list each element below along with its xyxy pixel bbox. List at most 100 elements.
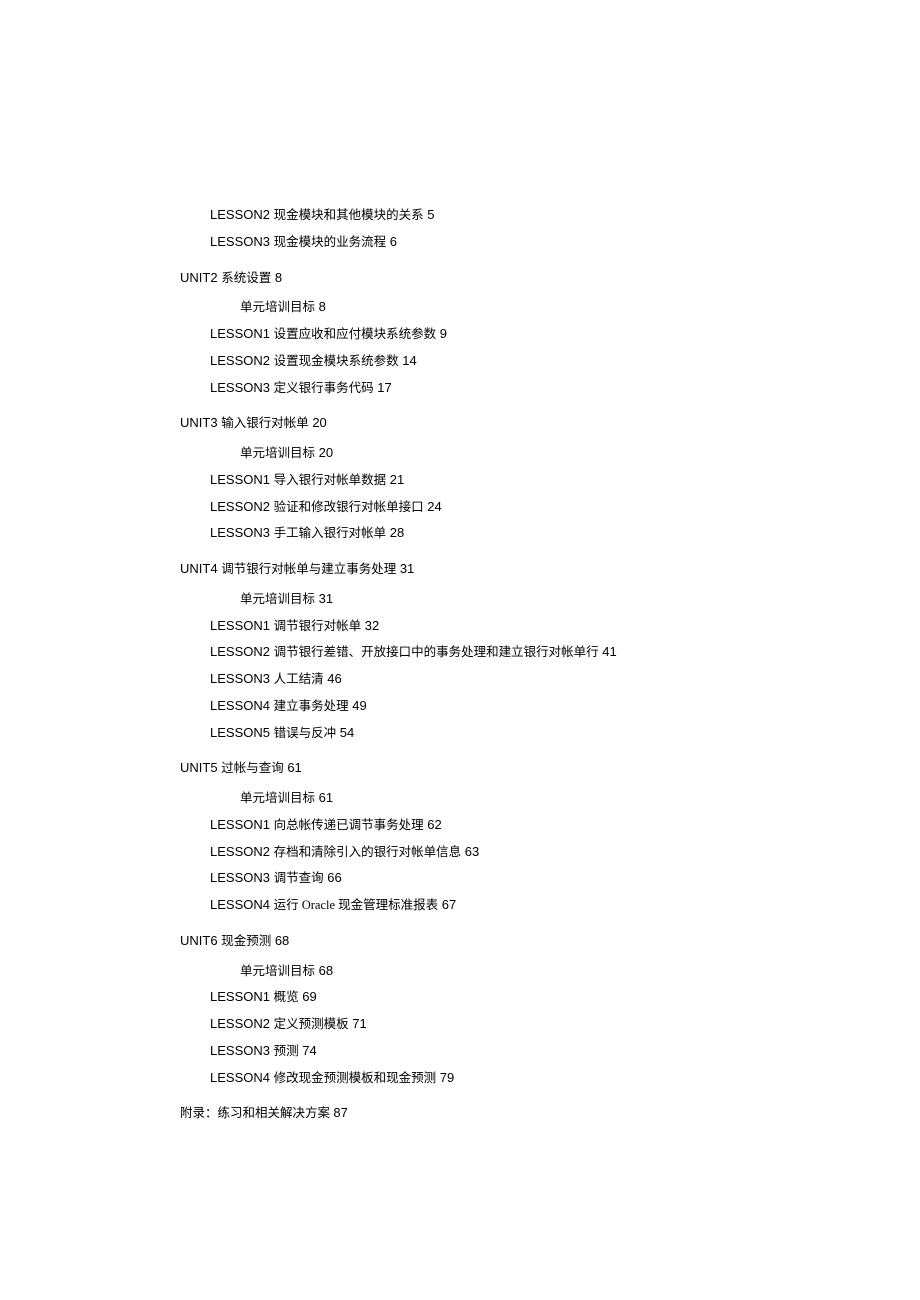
- unit-page: 31: [400, 561, 414, 576]
- lesson-label: LESSON3: [210, 671, 270, 686]
- goal-title: 单元培训目标: [240, 791, 315, 805]
- lesson-entry: LESSON3 定义银行事务代码 17: [210, 378, 820, 398]
- unit-heading: UNIT4 调节银行对帐单与建立事务处理 31: [180, 559, 820, 579]
- goal-title: 单元培训目标: [240, 300, 315, 314]
- lesson-title: 存档和清除引入的银行对帐单信息: [274, 845, 462, 859]
- unit-title: 输入银行对帐单: [221, 416, 309, 430]
- unit-title: 系统设置: [221, 271, 271, 285]
- unit-page: 61: [287, 760, 301, 775]
- goal-title: 单元培训目标: [240, 964, 315, 978]
- lesson-entry: LESSON4 修改现金预测模板和现金预测 79: [210, 1068, 820, 1088]
- lesson-title: 定义银行事务代码: [274, 381, 374, 395]
- lesson-title: 人工结清: [274, 672, 324, 686]
- lesson-page: 17: [377, 380, 391, 395]
- lesson-entry: LESSON3 预测 74: [210, 1041, 820, 1061]
- lesson-title: 定义预测模板: [274, 1017, 349, 1031]
- lesson-page: 24: [427, 499, 441, 514]
- lesson-title: 手工输入银行对帐单: [274, 526, 387, 540]
- lesson-page: 5: [427, 207, 434, 222]
- lesson-title: 概览: [274, 990, 299, 1004]
- lesson-label: LESSON2: [210, 644, 270, 659]
- lesson-title: 向总帐传递已调节事务处理: [274, 818, 424, 832]
- lesson-title: 设置现金模块系统参数: [274, 354, 399, 368]
- lesson-label: LESSON1: [210, 326, 270, 341]
- lesson-label: LESSON2: [210, 1016, 270, 1031]
- goal-title: 单元培训目标: [240, 592, 315, 606]
- lesson-entry: LESSON2 验证和修改银行对帐单接口 24: [210, 497, 820, 517]
- lesson-label: LESSON4: [210, 897, 270, 912]
- goal-page: 61: [319, 790, 333, 805]
- lesson-entry: LESSON1 设置应收和应付模块系统参数 9: [210, 324, 820, 344]
- lesson-title: 修改现金预测模板和现金预测: [274, 1071, 437, 1085]
- lesson-page: 21: [390, 472, 404, 487]
- lesson-page: 74: [302, 1043, 316, 1058]
- appendix-entry: 附录：练习和相关解决方案 87: [180, 1103, 820, 1123]
- lesson-title: 预测: [274, 1044, 299, 1058]
- lesson-label: LESSON3: [210, 380, 270, 395]
- unit-goal: 单元培训目标 8: [240, 297, 820, 317]
- unit-page: 68: [275, 933, 289, 948]
- lesson-title: 现金模块的业务流程: [274, 235, 387, 249]
- lesson-label: LESSON1: [210, 817, 270, 832]
- lesson-label: LESSON2: [210, 207, 270, 222]
- lesson-page: 46: [327, 671, 341, 686]
- unit-label: UNIT5: [180, 760, 218, 775]
- lesson-entry: LESSON1 概览 69: [210, 987, 820, 1007]
- unit-page: 20: [312, 415, 326, 430]
- lesson-label: LESSON3: [210, 234, 270, 249]
- lesson-title: 设置应收和应付模块系统参数: [274, 327, 437, 341]
- unit-section: UNIT2 系统设置 8 单元培训目标 8 LESSON1 设置应收和应付模块系…: [180, 268, 820, 398]
- unit-page: 8: [275, 270, 282, 285]
- lesson-entry: LESSON1 导入银行对帐单数据 21: [210, 470, 820, 490]
- lesson-page: 41: [602, 644, 616, 659]
- unit-label: UNIT3: [180, 415, 218, 430]
- lesson-page: 28: [390, 525, 404, 540]
- lesson-label: LESSON4: [210, 1070, 270, 1085]
- lesson-title: 现金模块和其他模块的关系: [274, 208, 424, 222]
- unit-goal: 单元培训目标 20: [240, 443, 820, 463]
- lesson-page: 62: [427, 817, 441, 832]
- lesson-entry: LESSON3 调节查询 66: [210, 868, 820, 888]
- lesson-entry: LESSON3 手工输入银行对帐单 28: [210, 523, 820, 543]
- lesson-entry: LESSON2 调节银行差错、开放接口中的事务处理和建立银行对帐单行 41: [210, 642, 820, 662]
- lesson-entry: LESSON2 现金模块和其他模块的关系 5: [210, 205, 820, 225]
- lesson-page: 9: [440, 326, 447, 341]
- lesson-entry: LESSON3 人工结清 46: [210, 669, 820, 689]
- goal-page: 20: [319, 445, 333, 460]
- lesson-entry: LESSON1 调节银行对帐单 32: [210, 616, 820, 636]
- lesson-title: 运行 Oracle 现金管理标准报表: [274, 898, 439, 912]
- unit-goal: 单元培训目标 31: [240, 589, 820, 609]
- appendix-page: 87: [333, 1105, 347, 1120]
- lesson-title: 错误与反冲: [274, 726, 337, 740]
- unit-title: 调节银行对帐单与建立事务处理: [221, 562, 396, 576]
- lesson-page: 32: [365, 618, 379, 633]
- goal-page: 68: [319, 963, 333, 978]
- lesson-label: LESSON3: [210, 870, 270, 885]
- lesson-page: 69: [302, 989, 316, 1004]
- unit-label: UNIT6: [180, 933, 218, 948]
- lesson-entry: LESSON1 向总帐传递已调节事务处理 62: [210, 815, 820, 835]
- lesson-label: LESSON1: [210, 989, 270, 1004]
- lesson-title: 调节银行对帐单: [274, 619, 362, 633]
- lesson-label: LESSON4: [210, 698, 270, 713]
- lesson-label: LESSON2: [210, 844, 270, 859]
- lesson-label: LESSON2: [210, 353, 270, 368]
- lesson-entry: LESSON2 存档和清除引入的银行对帐单信息 63: [210, 842, 820, 862]
- lesson-label: LESSON2: [210, 499, 270, 514]
- lesson-page: 6: [390, 234, 397, 249]
- unit-heading: UNIT5 过帐与查询 61: [180, 758, 820, 778]
- goal-title: 单元培训目标: [240, 446, 315, 460]
- appendix-title: 附录：练习和相关解决方案: [180, 1106, 330, 1120]
- unit-title: 现金预测: [221, 934, 271, 948]
- lesson-page: 66: [327, 870, 341, 885]
- lesson-label: LESSON5: [210, 725, 270, 740]
- unit-section: UNIT6 现金预测 68 单元培训目标 68 LESSON1 概览 69 LE…: [180, 931, 820, 1088]
- unit-section: UNIT5 过帐与查询 61 单元培训目标 61 LESSON1 向总帐传递已调…: [180, 758, 820, 915]
- lesson-title: 建立事务处理: [274, 699, 349, 713]
- lesson-entry: LESSON2 定义预测模板 71: [210, 1014, 820, 1034]
- unit-heading: UNIT3 输入银行对帐单 20: [180, 413, 820, 433]
- unit-section: UNIT3 输入银行对帐单 20 单元培训目标 20 LESSON1 导入银行对…: [180, 413, 820, 543]
- lesson-label: LESSON3: [210, 1043, 270, 1058]
- lesson-entry: LESSON4 建立事务处理 49: [210, 696, 820, 716]
- unit-goal: 单元培训目标 61: [240, 788, 820, 808]
